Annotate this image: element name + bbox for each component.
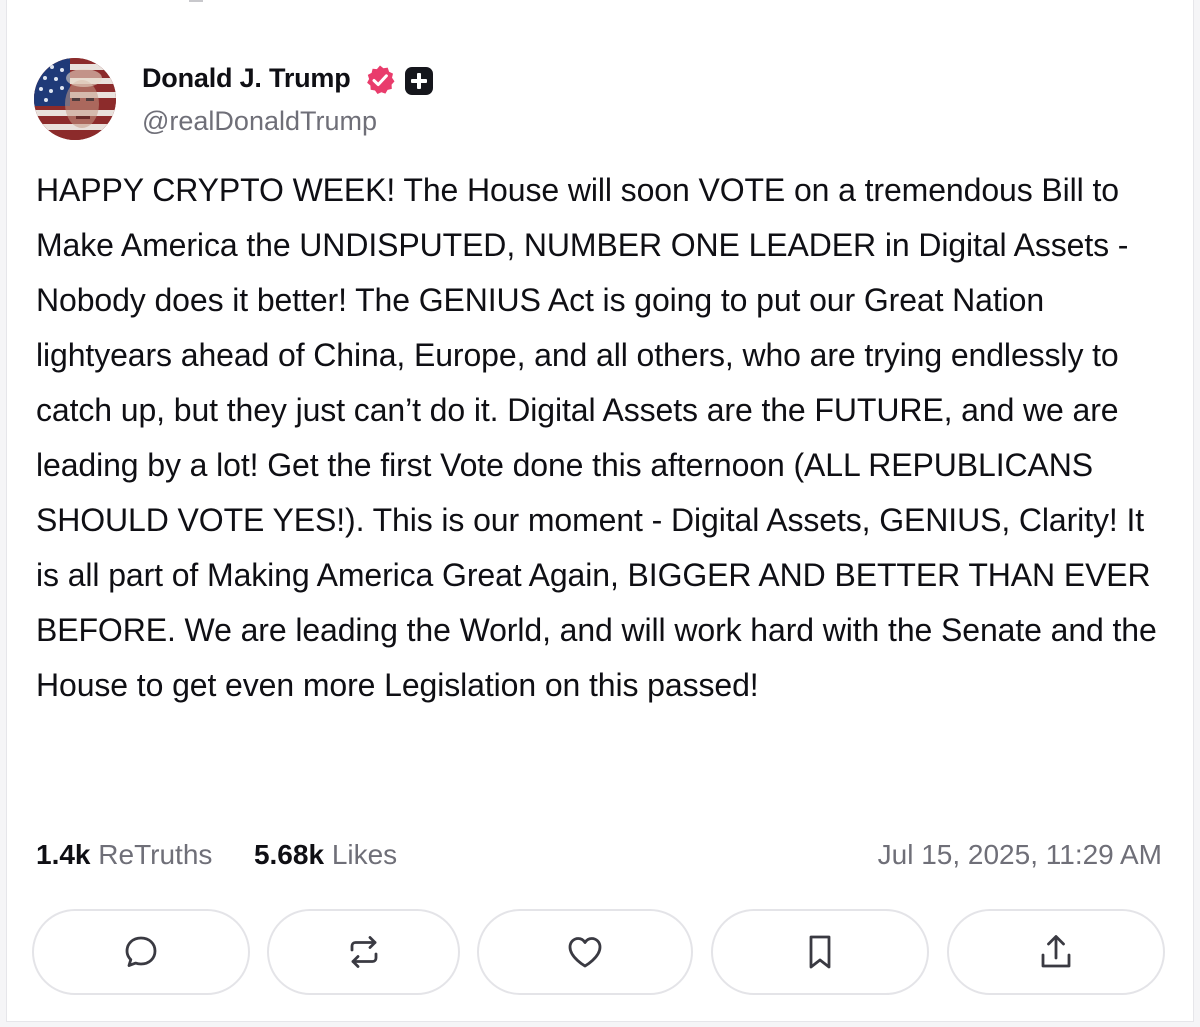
comment-icon <box>125 936 157 967</box>
avatar[interactable] <box>34 58 116 140</box>
retruths-count[interactable]: 1.4k <box>36 839 91 870</box>
post-text: HAPPY CRYPTO WEEK! The House will soon V… <box>36 172 1157 703</box>
user-handle[interactable]: @realDonaldTrump <box>142 106 377 137</box>
share-icon <box>1041 935 1071 968</box>
likes-label[interactable]: Likes <box>332 839 397 870</box>
bookmark-icon <box>809 935 831 969</box>
bookmark-button[interactable] <box>711 909 929 995</box>
like-button[interactable] <box>477 909 693 995</box>
display-name[interactable]: Donald J. Trump <box>142 63 351 94</box>
flag-portrait-avatar-icon <box>34 58 116 140</box>
retruth-button[interactable] <box>267 909 460 995</box>
heart-icon <box>568 937 602 968</box>
repost-icon <box>350 936 377 968</box>
top-divider <box>189 0 203 2</box>
verified-badge-icon <box>364 64 396 96</box>
plus-badge-icon <box>405 67 433 95</box>
retruths-label[interactable]: ReTruths <box>98 839 212 870</box>
reply-button[interactable] <box>32 909 250 995</box>
post-stats: 1.4k ReTruths 5.68k Likes <box>36 839 397 871</box>
post-timestamp: Jul 15, 2025, 11:29 AM <box>877 839 1162 870</box>
likes-count[interactable]: 5.68k <box>254 839 324 870</box>
share-button[interactable] <box>947 909 1165 995</box>
